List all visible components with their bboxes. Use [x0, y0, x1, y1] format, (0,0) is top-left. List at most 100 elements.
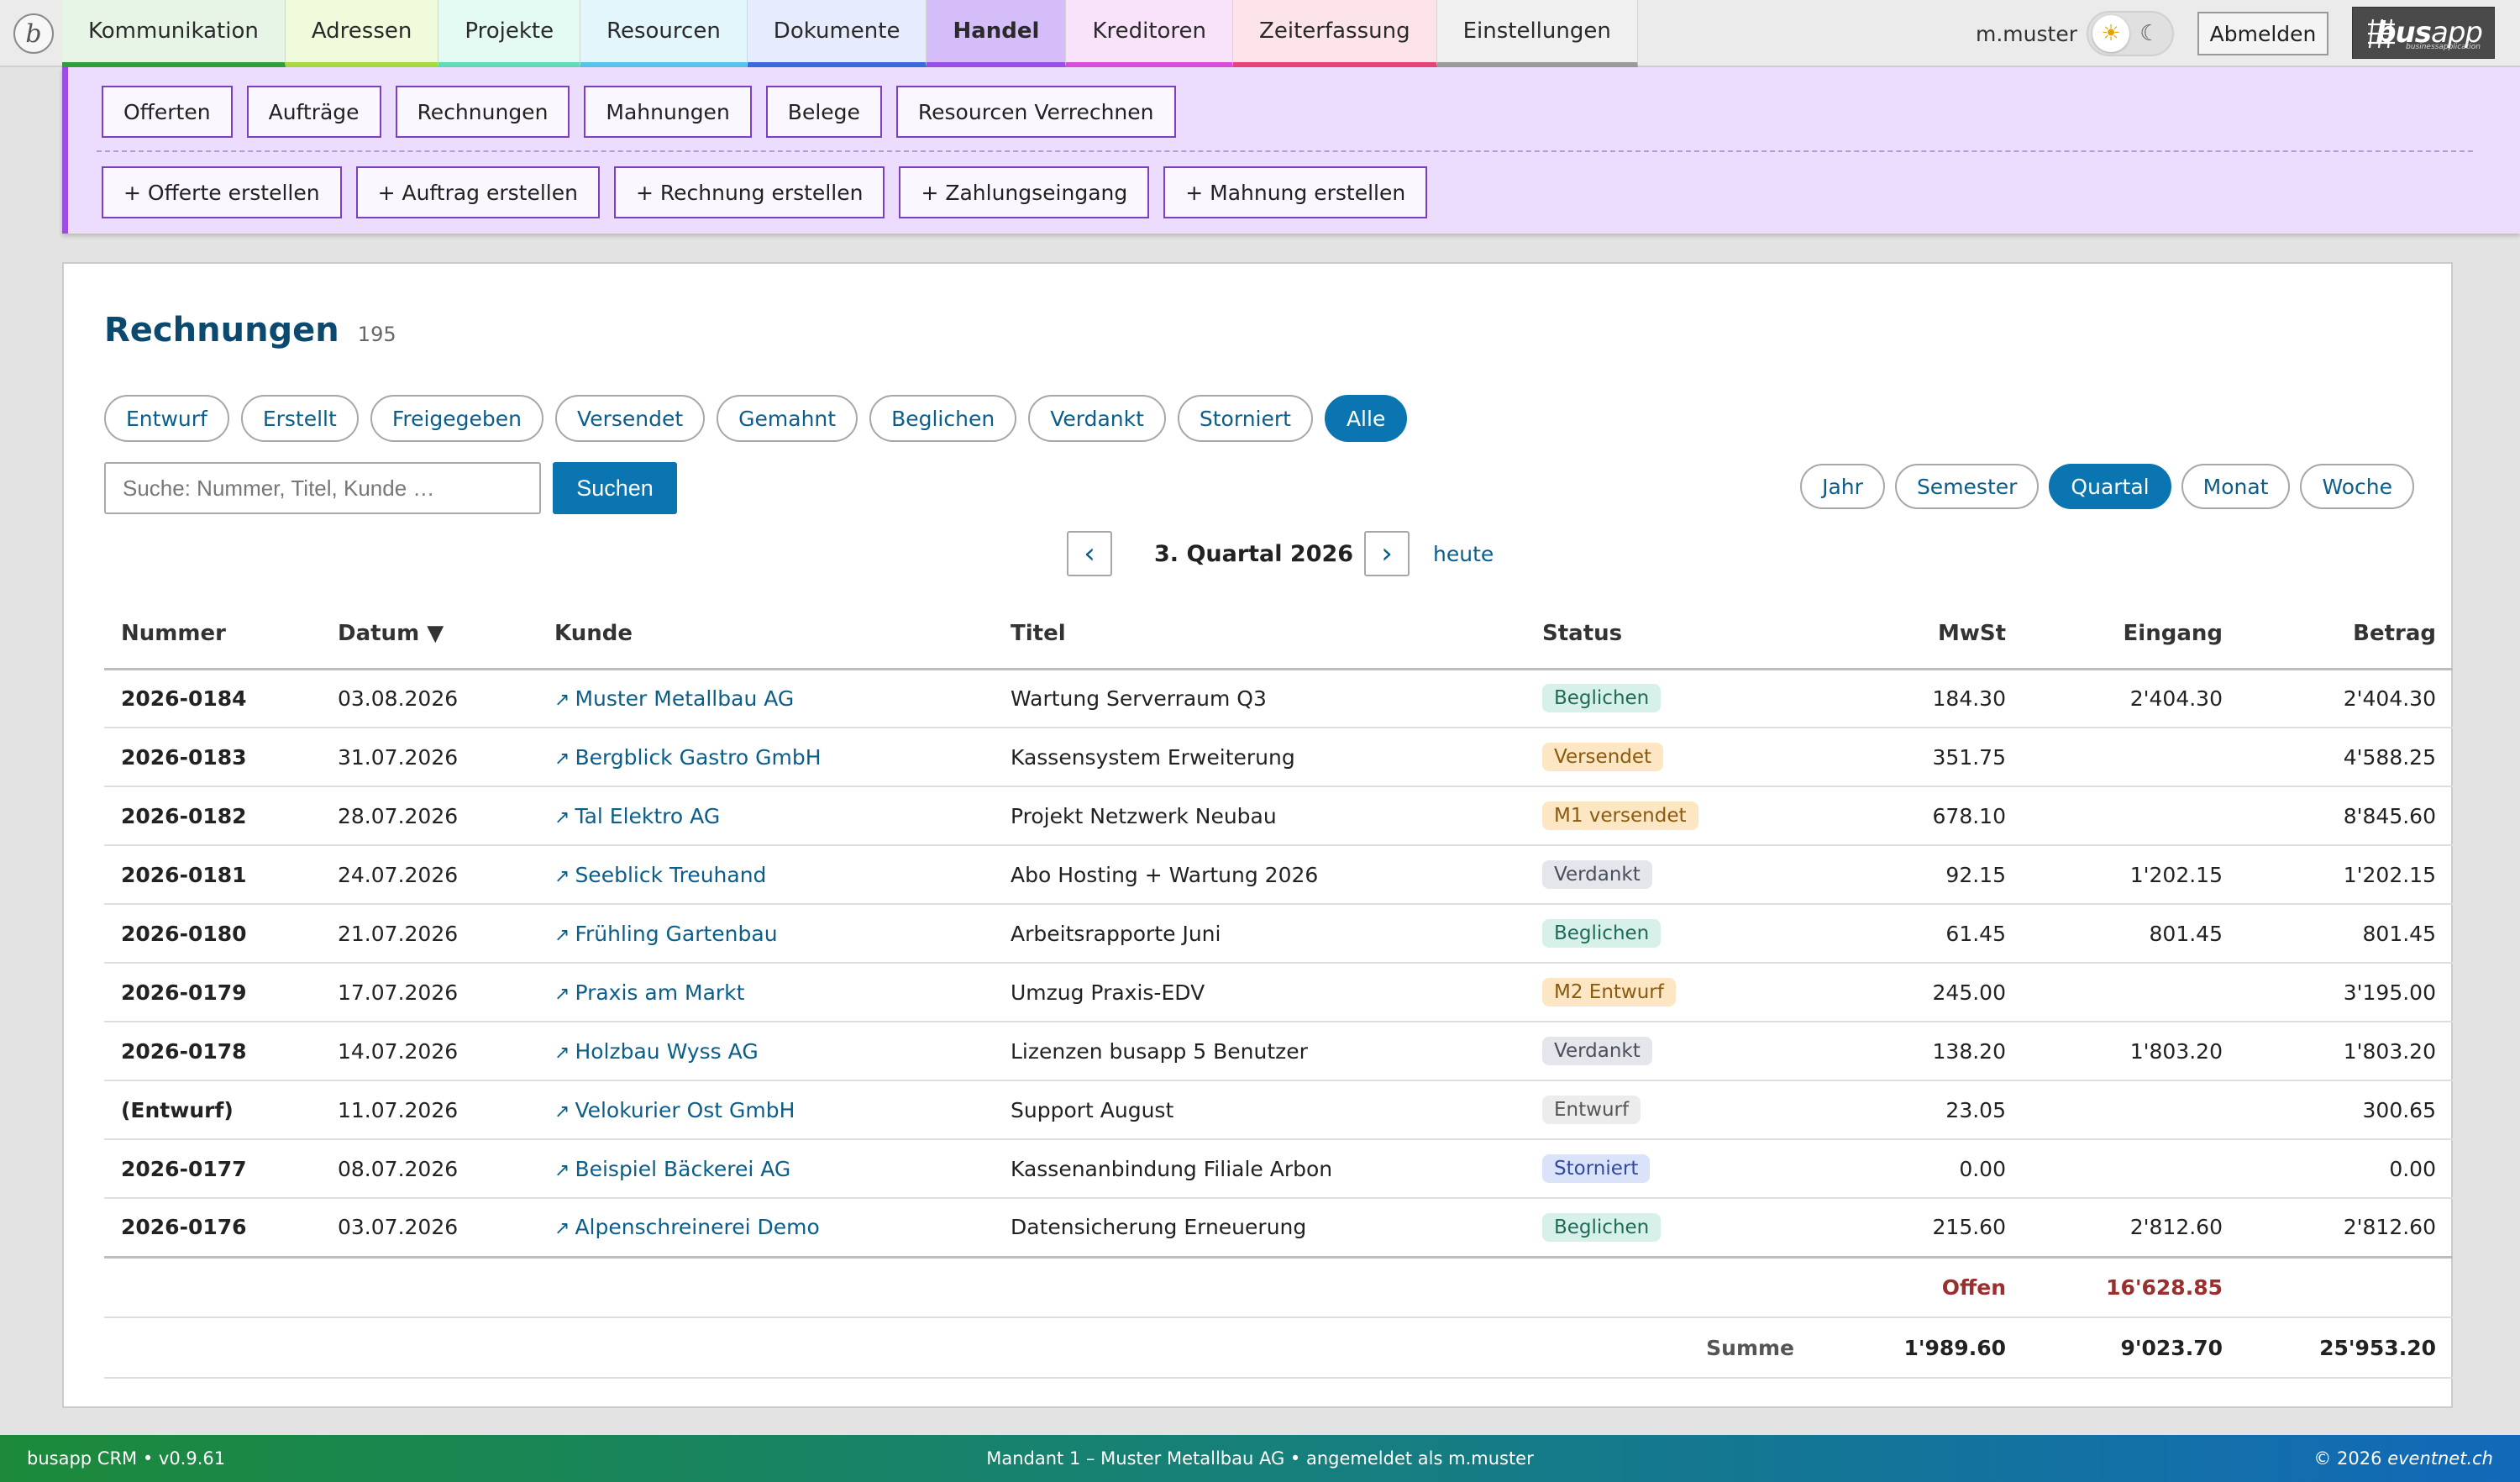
- column-header-status[interactable]: Status: [1525, 600, 1811, 670]
- customer-name[interactable]: Alpenschreinerei Demo: [575, 1215, 819, 1239]
- period-chip-semester[interactable]: Semester: [1894, 464, 2040, 509]
- table-row[interactable]: (Entwurf) 11.07.2026 ↗ Velokurier Ost GmbH S…: [104, 1080, 2453, 1140]
- status-chip-freigegeben[interactable]: Freigegeben: [370, 395, 544, 442]
- invoice-eingang: 1'202.15: [2023, 845, 2239, 905]
- customer-link[interactable]: ↗ Tal Elektro AG: [538, 786, 994, 846]
- table-row[interactable]: 2026-0181 24.07.2026 ↗ Seeblick Treuhand Abo…: [104, 845, 2453, 905]
- customer-link[interactable]: ↗ Seeblick Treuhand: [538, 845, 994, 905]
- invoice-number[interactable]: (Entwurf): [104, 1080, 321, 1140]
- customer-link[interactable]: ↗ Alpenschreinerei Demo: [538, 1198, 994, 1259]
- customer-name[interactable]: Muster Metallbau AG: [575, 686, 794, 711]
- invoice-number[interactable]: 2026-0179: [104, 963, 321, 1022]
- table-row[interactable]: 2026-0177 08.07.2026 ↗ Beispiel Bäckerei AG…: [104, 1139, 2453, 1199]
- status-chip-alle[interactable]: Alle: [1324, 395, 1408, 442]
- tab-zeiterfassung[interactable]: Zeiterfassung: [1233, 0, 1437, 67]
- invoice-number[interactable]: 2026-0176: [104, 1198, 321, 1259]
- customer-link[interactable]: ↗ Praxis am Markt: [538, 963, 994, 1022]
- logout-button[interactable]: Abmelden: [2197, 12, 2328, 55]
- tab-kreditoren[interactable]: Kreditoren: [1066, 0, 1234, 67]
- customer-link[interactable]: ↗ Bergblick Gastro GmbH: [538, 728, 994, 787]
- status-chip-storniert[interactable]: Storniert: [1177, 395, 1313, 442]
- customer-name[interactable]: Seeblick Treuhand: [575, 863, 766, 887]
- tab-handel[interactable]: Handel: [927, 0, 1067, 67]
- status-chip-versendet[interactable]: Versendet: [555, 395, 706, 442]
- sun-icon[interactable]: ☀: [2092, 15, 2129, 52]
- subnav-action-auftrag-erstellen-button[interactable]: + Auftrag erstellen: [355, 166, 600, 218]
- previous-period-button[interactable]: ‹: [1067, 531, 1112, 576]
- column-header-nummer[interactable]: Nummer: [104, 600, 321, 670]
- invoice-eingang: 801.45: [2023, 904, 2239, 964]
- customer-name[interactable]: Frühling Gartenbau: [575, 922, 777, 946]
- tab-projekte[interactable]: Projekte: [438, 0, 581, 67]
- invoice-number[interactable]: 2026-0178: [104, 1022, 321, 1081]
- customer-link[interactable]: ↗ Holzbau Wyss AG: [538, 1022, 994, 1081]
- table-row[interactable]: 2026-0176 03.07.2026 ↗ Alpenschreinerei Dem…: [104, 1198, 2453, 1259]
- subnav-link-resourcen-verrechnen[interactable]: Resourcen Verrechnen: [895, 86, 1176, 138]
- tab-resourcen[interactable]: Resourcen: [580, 0, 748, 67]
- column-header-titel[interactable]: Titel: [994, 600, 1525, 670]
- customer-name[interactable]: Praxis am Markt: [575, 980, 744, 1005]
- invoice-number[interactable]: 2026-0182: [104, 786, 321, 846]
- customer-link[interactable]: ↗ Beispiel Bäckerei AG: [538, 1139, 994, 1199]
- column-header-mwst[interactable]: MwSt: [1811, 600, 2023, 670]
- subnav-action-mahnung-erstellen-button[interactable]: + Mahnung erstellen: [1163, 166, 1428, 218]
- invoice-number[interactable]: 2026-0181: [104, 845, 321, 905]
- status-chip-erstellt[interactable]: Erstellt: [240, 395, 359, 442]
- status-chip-beglichen[interactable]: Beglichen: [869, 395, 1017, 442]
- status-filter: Entwurf Erstellt Freigegeben Versendet Gemah…: [104, 395, 1419, 442]
- theme-toggle[interactable]: ☀ ☾: [2087, 11, 2174, 56]
- next-period-button[interactable]: ›: [1364, 531, 1410, 576]
- subnav-link-belege[interactable]: Belege: [765, 86, 882, 138]
- invoice-number[interactable]: 2026-0183: [104, 728, 321, 787]
- invoice-number[interactable]: 2026-0184: [104, 669, 321, 728]
- table-row[interactable]: 2026-0179 17.07.2026 ↗ Praxis am Markt Umzug…: [104, 963, 2453, 1022]
- subnav-action-rechnung-erstellen-button[interactable]: + Rechnung erstellen: [613, 166, 885, 218]
- table-row[interactable]: 2026-0183 31.07.2026 ↗ Bergblick Gastro Gmb…: [104, 728, 2453, 787]
- column-header-datum[interactable]: Datum ▼: [321, 600, 538, 670]
- moon-icon[interactable]: ☾: [2131, 15, 2168, 52]
- table-row[interactable]: 2026-0184 03.08.2026 ↗ Muster Metallbau AG W…: [104, 669, 2453, 728]
- offen-label: Offen: [1811, 1257, 2023, 1318]
- search-input[interactable]: [104, 462, 541, 514]
- period-chip-quartal[interactable]: Quartal: [2049, 464, 2171, 509]
- subnav-action-offerte-erstellen-button[interactable]: + Offerte erstellen: [102, 166, 342, 218]
- customer-link[interactable]: ↗ Velokurier Ost GmbH: [538, 1080, 994, 1140]
- status-chip-entwurf[interactable]: Entwurf: [104, 395, 229, 442]
- period-chip-monat[interactable]: Monat: [2181, 464, 2291, 509]
- invoice-number[interactable]: 2026-0177: [104, 1139, 321, 1199]
- subnav-link-aufträge[interactable]: Aufträge: [246, 86, 381, 138]
- period-chip-woche[interactable]: Woche: [2300, 464, 2414, 509]
- external-link-icon: ↗: [554, 748, 570, 770]
- status-badge: Verdankt: [1542, 1037, 1652, 1065]
- today-link[interactable]: heute: [1433, 542, 1494, 566]
- column-header-eingang[interactable]: Eingang: [2023, 600, 2239, 670]
- table-row[interactable]: 2026-0182 28.07.2026 ↗ Tal Elektro AG Projek…: [104, 786, 2453, 846]
- tab-adressen[interactable]: Adressen: [285, 0, 439, 67]
- table-row[interactable]: 2026-0180 21.07.2026 ↗ Frühling Gartenbau Ar…: [104, 904, 2453, 964]
- customer-name[interactable]: Beispiel Bäckerei AG: [575, 1157, 790, 1181]
- subnav-action-zahlungseingang-button[interactable]: + Zahlungseingang: [899, 166, 1150, 218]
- invoice-number[interactable]: 2026-0180: [104, 904, 321, 964]
- period-chip-jahr[interactable]: Jahr: [1800, 464, 1885, 509]
- customer-name[interactable]: Tal Elektro AG: [575, 804, 720, 828]
- tab-dokumente[interactable]: Dokumente: [747, 0, 927, 67]
- customer-link[interactable]: ↗ Muster Metallbau AG: [538, 669, 994, 728]
- table-row[interactable]: 2026-0178 14.07.2026 ↗ Holzbau Wyss AG Lizen…: [104, 1022, 2453, 1081]
- status-chip-verdankt[interactable]: Verdankt: [1028, 395, 1166, 442]
- app-logo-icon[interactable]: b: [13, 13, 54, 54]
- customer-name[interactable]: Velokurier Ost GmbH: [575, 1098, 795, 1122]
- subnav-links: Offerten Aufträge Rechnungen Mahnungen Beleg…: [68, 86, 2520, 138]
- subnav-link-offerten[interactable]: Offerten: [102, 86, 233, 138]
- search-button[interactable]: Suchen: [553, 462, 677, 514]
- subnav-link-mahnungen[interactable]: Mahnungen: [584, 86, 752, 138]
- tab-kommunikation[interactable]: Kommunikation: [62, 0, 286, 67]
- tab-einstellungen[interactable]: Einstellungen: [1436, 0, 1638, 67]
- customer-name[interactable]: Bergblick Gastro GmbH: [575, 745, 821, 770]
- status-chip-gemahnt[interactable]: Gemahnt: [717, 395, 858, 442]
- subnav-link-rechnungen[interactable]: Rechnungen: [395, 86, 570, 138]
- customer-name[interactable]: Holzbau Wyss AG: [575, 1039, 758, 1064]
- column-header-kunde[interactable]: Kunde: [538, 600, 994, 670]
- column-header-betrag[interactable]: Betrag: [2239, 600, 2453, 670]
- customer-link[interactable]: ↗ Frühling Gartenbau: [538, 904, 994, 964]
- footer-copyright-domain[interactable]: eventnet.ch: [2387, 1448, 2493, 1469]
